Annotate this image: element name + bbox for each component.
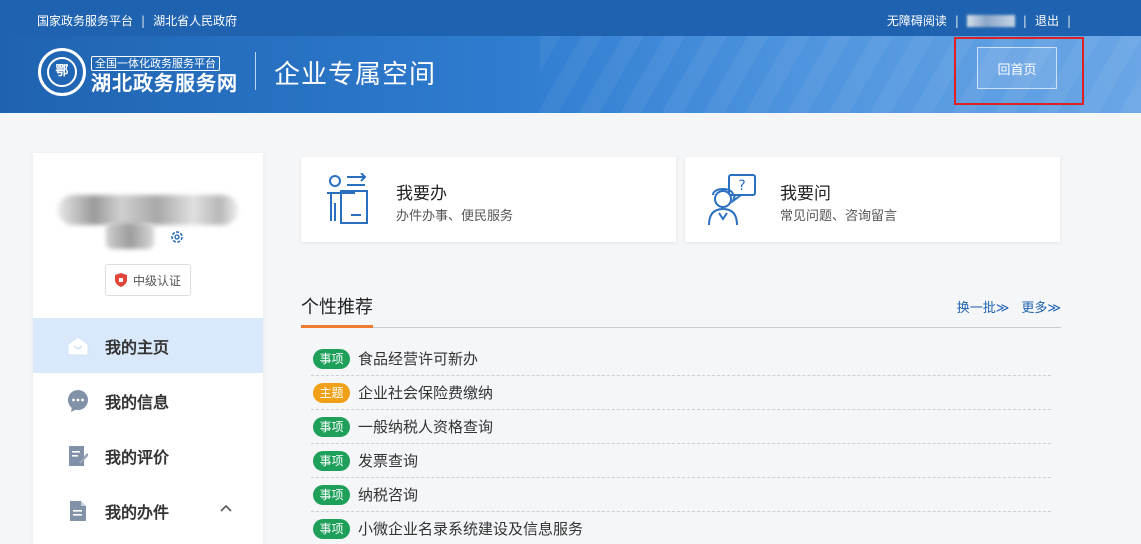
sidebar-item-review[interactable]: 我的评价 xyxy=(33,428,263,483)
separator: | xyxy=(141,13,146,28)
recommend-actions: 换一批≫ 更多≫ xyxy=(957,297,1061,316)
list-item[interactable]: 主题 企业社会保险费缴纳 xyxy=(311,376,1051,410)
recommend-header: 个性推荐 换一批≫ 更多≫ xyxy=(301,288,1061,328)
sidebar-item-label: 我的信息 xyxy=(105,392,170,412)
logout-link[interactable]: 退出 xyxy=(1035,12,1059,29)
document-icon xyxy=(67,500,89,522)
gear-icon[interactable] xyxy=(169,229,185,245)
card-handle-affairs[interactable]: 我要办 办件办事、便民服务 xyxy=(301,157,676,242)
hubei-gov-link[interactable]: 湖北省人民政府 xyxy=(153,12,237,29)
item-tag: 主题 xyxy=(313,382,350,403)
card-subtitle: 常见问题、咨询留言 xyxy=(780,209,898,224)
card-subtitle: 办件办事、便民服务 xyxy=(396,209,514,224)
chevron-up-icon[interactable] xyxy=(219,502,233,516)
list-item[interactable]: 事项 纳税咨询 xyxy=(311,478,1051,512)
list-item[interactable]: 事项 一般纳税人资格查询 xyxy=(311,410,1051,444)
platform-tag: 全国一体化政务服务平台 xyxy=(91,56,220,71)
svg-text:?: ? xyxy=(738,178,745,194)
item-text[interactable]: 企业社会保险费缴纳 xyxy=(358,382,493,403)
sidebar-item-home[interactable]: 我的主页 xyxy=(33,318,263,373)
username-blurred[interactable] xyxy=(966,14,1015,27)
item-text[interactable]: 纳税咨询 xyxy=(358,484,418,505)
sidebar-item-info[interactable]: 我的信息 xyxy=(33,373,263,428)
item-text[interactable]: 发票查询 xyxy=(358,450,418,471)
item-tag: 事项 xyxy=(313,484,350,505)
question-person-icon: ? xyxy=(708,174,756,226)
edit-doc-icon xyxy=(67,445,89,467)
title-underline xyxy=(301,325,373,328)
cert-badge[interactable]: 中级认证 xyxy=(105,264,191,296)
item-tag: 事项 xyxy=(313,450,350,471)
emblem-logo[interactable]: 鄂 xyxy=(38,48,86,96)
top-links: 国家政务服务平台 | 湖北省人民政府 xyxy=(37,12,237,29)
recommend-list: 事项 食品经营许可新办 主题 企业社会保险费缴纳 事项 一般纳税人资格查询 事项… xyxy=(311,342,1051,544)
list-item[interactable]: 事项 发票查询 xyxy=(311,444,1051,478)
top-user-links: 无障碍阅读 | | 退出 | xyxy=(887,12,1071,29)
separator: | xyxy=(1022,13,1027,28)
separator: | xyxy=(954,13,959,28)
item-text[interactable]: 小微企业名录系统建设及信息服务 xyxy=(358,518,583,539)
sidebar: 中级认证 我的主页 我的信息 我的评价 我的办件 xyxy=(33,153,263,544)
site-brand[interactable]: 全国一体化政务服务平台 湖北政务服务网 xyxy=(91,52,238,95)
list-item[interactable]: 事项 食品经营许可新办 xyxy=(311,342,1051,376)
item-text[interactable]: 一般纳税人资格查询 xyxy=(358,416,493,437)
page-title: 企业专属空间 xyxy=(274,60,437,90)
top-bar: 国家政务服务平台 | 湖北省人民政府 无障碍阅读 | | 退出 | xyxy=(0,0,1141,36)
card-title: 我要办 xyxy=(396,184,447,204)
card-title: 我要问 xyxy=(780,184,831,204)
refresh-link[interactable]: 换一批≫ xyxy=(957,297,1010,316)
sidebar-nav: 我的主页 我的信息 我的评价 我的办件 xyxy=(33,318,263,538)
cert-label: 中级认证 xyxy=(132,273,181,288)
recommend-title: 个性推荐 xyxy=(301,297,373,318)
header-divider xyxy=(255,52,256,90)
shield-icon xyxy=(114,273,127,287)
more-link[interactable]: 更多≫ xyxy=(1021,297,1061,316)
sidebar-item-label: 我的办件 xyxy=(105,502,170,522)
site-name: 湖北政务服务网 xyxy=(91,71,238,95)
sidebar-item-cases[interactable]: 我的办件 xyxy=(33,483,263,538)
chat-icon xyxy=(67,389,89,412)
accessibility-link[interactable]: 无障碍阅读 xyxy=(887,12,947,29)
home-icon xyxy=(67,335,89,357)
card-ask-question[interactable]: ? 我要问 常见问题、咨询留言 xyxy=(685,157,1060,242)
company-name-blurred xyxy=(58,195,238,225)
sidebar-item-label: 我的主页 xyxy=(105,337,170,357)
item-text[interactable]: 食品经营许可新办 xyxy=(358,348,478,369)
home-button[interactable]: 回首页 xyxy=(977,47,1057,89)
service-person-icon xyxy=(327,173,368,224)
emblem-inner: 鄂 xyxy=(47,57,77,87)
separator: | xyxy=(1066,13,1071,28)
item-tag: 事项 xyxy=(313,348,350,369)
national-platform-link[interactable]: 国家政务服务平台 xyxy=(37,12,133,29)
item-tag: 事项 xyxy=(313,518,350,539)
sidebar-item-label: 我的评价 xyxy=(105,447,170,467)
list-item[interactable]: 事项 小微企业名录系统建设及信息服务 xyxy=(311,512,1051,544)
header-banner: 鄂 全国一体化政务服务平台 湖北政务服务网 企业专属空间 回首页 xyxy=(0,36,1141,113)
company-name-blurred-2 xyxy=(106,223,154,249)
item-tag: 事项 xyxy=(313,416,350,437)
